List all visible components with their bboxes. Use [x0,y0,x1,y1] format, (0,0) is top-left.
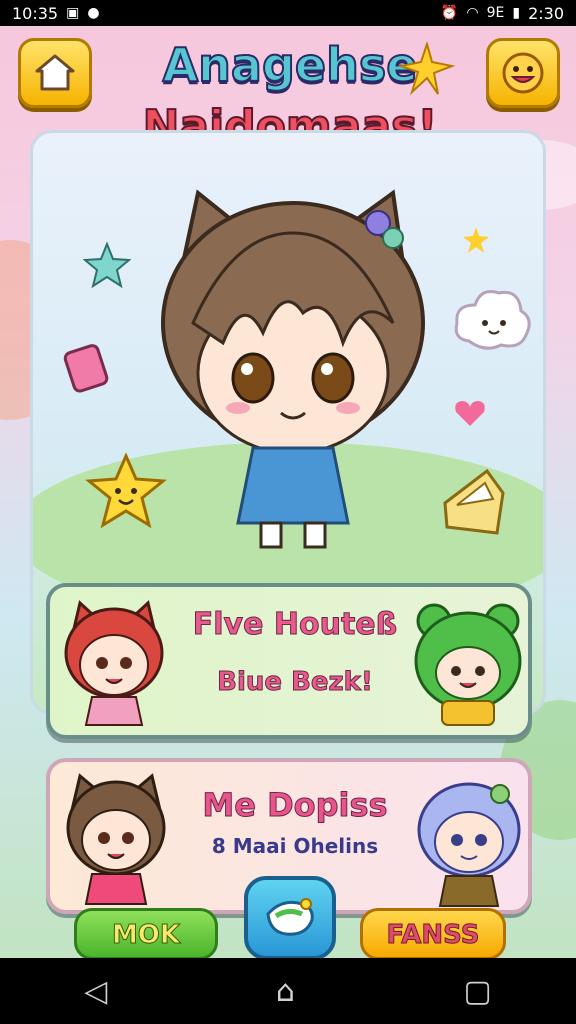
fans-button[interactable]: FANSS [360,908,506,960]
back-nav-icon[interactable]: ◁ [84,974,107,1009]
home-button[interactable] [18,38,92,108]
card-1-title: Flve Houteß [192,607,398,643]
signal-text: 9E [486,5,505,21]
image-notification-icon: ▣ [66,5,80,21]
home-nav-icon[interactable]: ⌂ [276,974,295,1009]
card-2-title: Me Dopiss [202,786,388,825]
star-sticker-icon [83,241,131,289]
red-hair-character-avatar [64,600,164,726]
card-2-subtitle: 8 Maai Ohelins [211,834,379,858]
battery-icon: ▮ [512,5,521,21]
heart-sticker-icon [455,401,485,426]
smiling-star-sticker-icon [85,453,167,529]
gift-sticker-icon [63,344,109,393]
frog-hood-character-avatar [414,603,522,726]
status-bar: 10:35 ▣ ● ⏰ ◠ 9E ▮ 2:30 [0,0,576,26]
wifi-icon: ◠ [466,5,479,21]
blue-hair-character-avatar [417,782,521,907]
small-star-icon [463,227,489,253]
status-time-left: 10:35 [12,3,59,23]
alarm-icon: ⏰ [440,5,459,21]
ticket-icon [266,898,314,936]
brown-hair-character-avatar [66,773,166,905]
status-time-right: 2:30 [528,3,564,23]
sparkle-star-icon [398,42,456,96]
profile-button[interactable] [486,38,560,108]
menu-card-1[interactable]: Flve Houteß Biue Bezk! [46,583,532,739]
card-1-subtitle: Biue Bezk! [217,667,374,698]
chibi-character[interactable] [153,173,433,553]
android-nav-bar: ◁ ⌂ ▢ [0,958,576,1024]
center-action-button[interactable] [244,876,336,960]
note-sticker-icon [443,468,505,535]
recents-nav-icon[interactable]: ▢ [463,974,491,1009]
cloud-face-sticker-icon [454,290,531,350]
ok-button[interactable]: MOK [74,908,218,960]
home-icon [35,54,75,91]
smiley-face-icon [502,52,544,94]
bird-notification-icon: ● [87,5,100,21]
